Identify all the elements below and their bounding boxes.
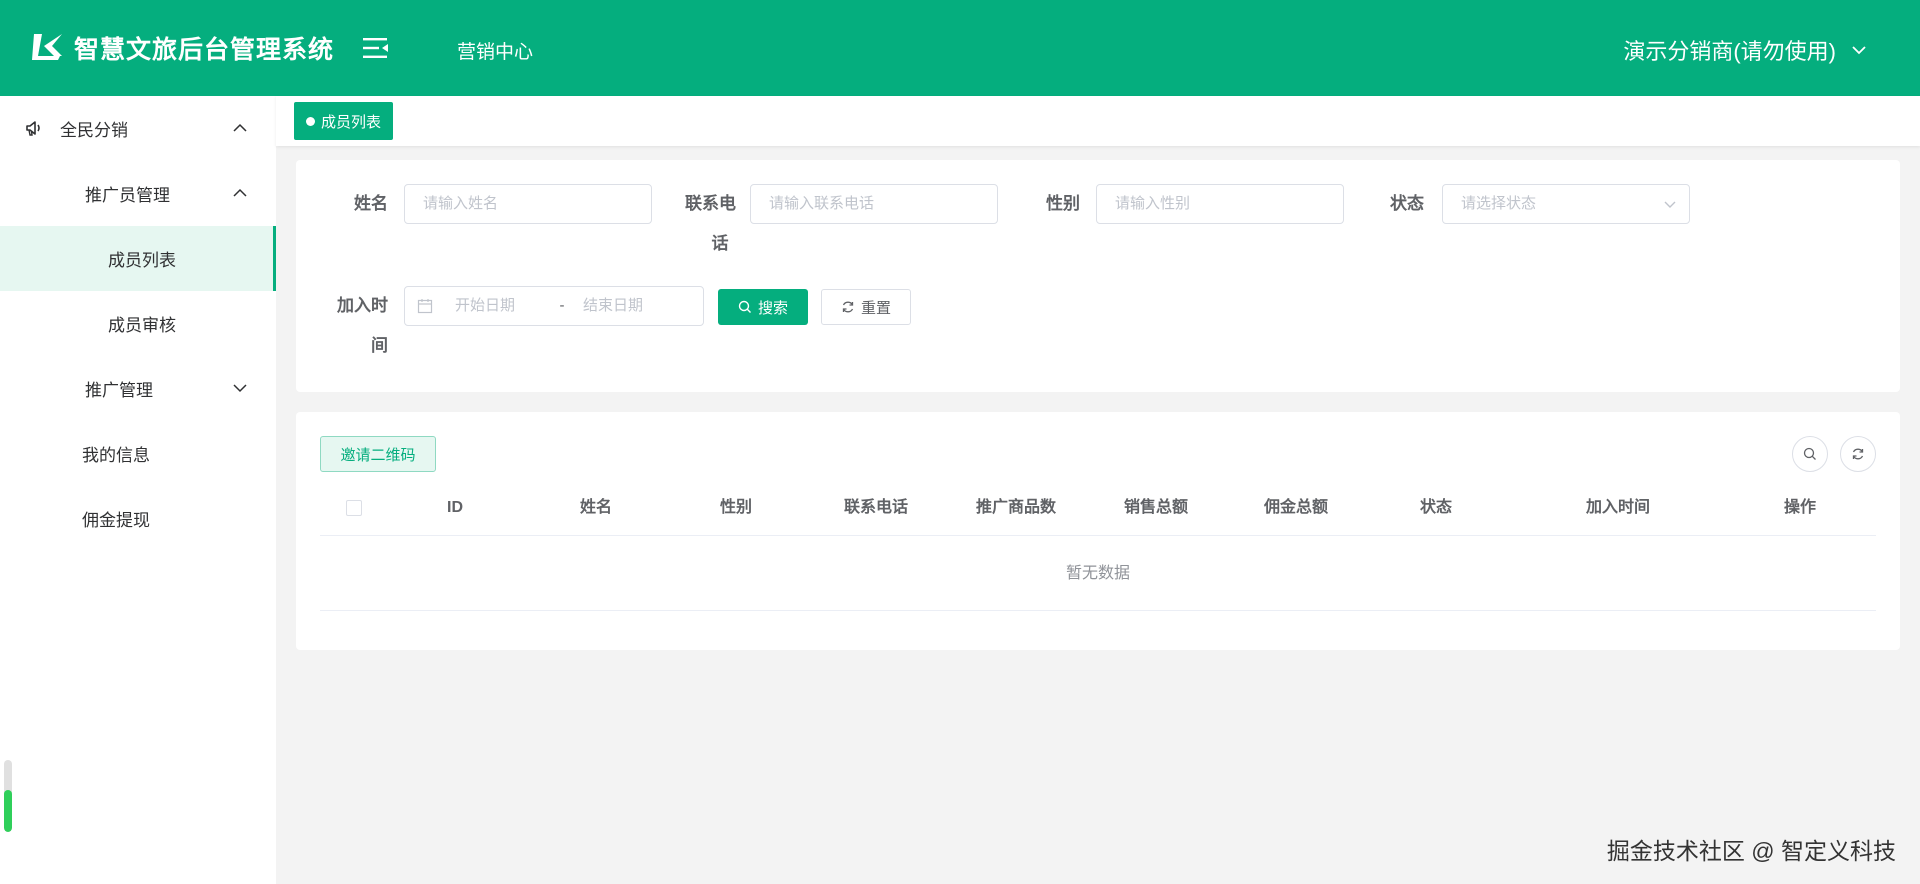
sidebar-item-commission-withdraw[interactable]: 佣金提现: [0, 486, 276, 551]
search-icon: [738, 300, 751, 313]
column-header[interactable]: 加入时间: [1586, 480, 1650, 536]
column-header[interactable]: 状态: [1420, 480, 1452, 536]
join-time-label: 加入时: [337, 296, 388, 315]
chevron-down-icon: [1664, 201, 1676, 208]
table-panel: 邀请二维码 ID 姓名 性别 联系电话 推广商品数 销售总额 佣金总额 状态 加…: [296, 412, 1900, 650]
scroll-indicator-fill: [4, 790, 12, 832]
sidebar: 全民分销 推广员管理 成员列表 成员审核 推广管理 我的信息 佣金提现: [0, 96, 276, 884]
phone-label: 联系电: [676, 184, 736, 224]
status-label: 状态: [1390, 194, 1424, 213]
sidebar-item-my-info[interactable]: 我的信息: [0, 421, 276, 486]
gender-input[interactable]: 请输入性别: [1096, 184, 1344, 224]
user-name: 演示分销商(请勿使用): [1623, 39, 1836, 64]
status-select[interactable]: 请选择状态: [1442, 184, 1690, 224]
scroll-indicator[interactable]: [4, 760, 12, 832]
table-empty-text: 暂无数据: [320, 536, 1876, 611]
reset-button-label: 重置: [860, 299, 891, 317]
column-header[interactable]: 佣金总额: [1264, 480, 1328, 536]
column-header[interactable]: 姓名: [580, 480, 612, 536]
sidebar-item-promoter-management[interactable]: 推广员管理: [0, 161, 276, 226]
sidebar-item-label: 佣金提现: [82, 511, 150, 530]
sidebar-item-label: 推广员管理: [85, 186, 170, 205]
sidebar-item-all-distribution[interactable]: 全民分销: [0, 96, 276, 161]
name-input[interactable]: 请输入姓名: [404, 184, 652, 224]
invite-qrcode-button[interactable]: 邀请二维码: [320, 436, 436, 472]
search-button[interactable]: 搜索: [718, 289, 808, 325]
phone-input[interactable]: 请输入联系电话: [750, 184, 998, 224]
chevron-down-icon: [1852, 46, 1866, 55]
column-header[interactable]: 推广商品数: [976, 480, 1056, 536]
date-separator: -: [559, 297, 565, 314]
watermark: 掘金技术社区 @ 智定义科技: [1606, 838, 1896, 864]
tab-member-list[interactable]: 成员列表: [294, 102, 394, 140]
sidebar-item-member-review[interactable]: 成员审核: [0, 291, 276, 356]
chevron-up-icon: [233, 123, 247, 132]
user-dropdown[interactable]: 演示分销商(请勿使用): [1623, 34, 1868, 66]
phone-label-line2: 话: [711, 234, 729, 253]
gender-label: 性别: [1046, 194, 1080, 213]
name-label: 姓名: [354, 194, 388, 213]
reset-button[interactable]: 重置: [821, 289, 911, 325]
table-refresh-button[interactable]: [1840, 436, 1876, 472]
select-all-checkbox[interactable]: [346, 500, 362, 516]
column-header[interactable]: 销售总额: [1124, 480, 1188, 536]
end-date-input[interactable]: 结束日期: [583, 287, 643, 325]
tabs-bar: 成员列表: [276, 96, 1920, 146]
top-header: 智慧文旅后台管理系统 营销中心 演示分销商(请勿使用): [0, 0, 1920, 96]
column-header[interactable]: 性别: [720, 480, 752, 536]
nav-marketing-center[interactable]: 营销中心: [457, 37, 533, 64]
sidebar-item-member-list[interactable]: 成员列表: [0, 226, 276, 291]
sidebar-item-label: 我的信息: [82, 446, 150, 465]
column-header[interactable]: 操作: [1784, 480, 1816, 536]
date-range-picker[interactable]: 开始日期 - 结束日期: [404, 286, 704, 326]
logo-icon: [32, 34, 62, 60]
chevron-up-icon: [233, 188, 247, 197]
sidebar-item-label: 成员审核: [108, 316, 176, 335]
search-button-label: 搜索: [757, 299, 788, 317]
tab-label: 成员列表: [321, 113, 382, 131]
menu-collapse-icon[interactable]: [362, 36, 390, 60]
app-title: 智慧文旅后台管理系统: [74, 36, 335, 64]
refresh-icon: [842, 301, 854, 313]
column-header[interactable]: 联系电话: [844, 480, 908, 536]
join-time-label-line2: 间: [371, 336, 388, 355]
status-select-placeholder: 请选择状态: [1461, 195, 1537, 212]
phone-label-line1: 联系电: [685, 194, 736, 213]
search-panel: 姓名 请输入姓名 联系电 话 请输入联系电话 性别 请输入性别 状态 请选择状态…: [296, 160, 1900, 392]
chevron-down-icon: [233, 384, 247, 393]
tab-active-dot: [306, 116, 315, 126]
table-header: ID 姓名 性别 联系电话 推广商品数 销售总额 佣金总额 状态 加入时间 操作: [320, 480, 1876, 536]
calendar-icon: [417, 299, 433, 314]
megaphone-icon: [26, 121, 40, 136]
sidebar-item-label: 成员列表: [108, 251, 176, 270]
start-date-input[interactable]: 开始日期: [455, 287, 545, 325]
refresh-icon: [1852, 448, 1864, 460]
column-header[interactable]: ID: [447, 480, 463, 536]
search-icon: [1803, 447, 1816, 460]
sidebar-item-label: 推广管理: [85, 381, 153, 400]
sidebar-item-promotion-management[interactable]: 推广管理: [0, 356, 276, 421]
sidebar-item-label: 全民分销: [60, 121, 128, 140]
table-search-toggle[interactable]: [1792, 436, 1828, 472]
